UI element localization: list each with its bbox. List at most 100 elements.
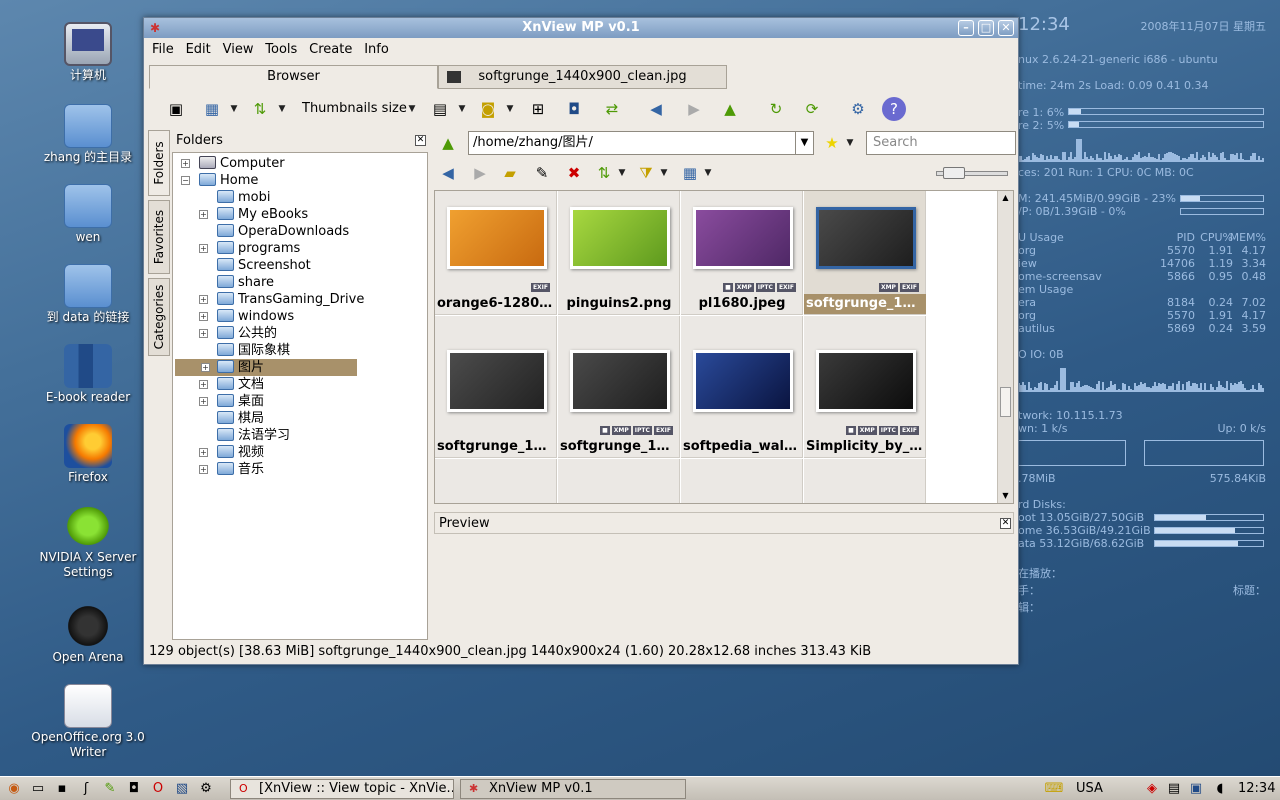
thumbnails-size-button[interactable]: Thumbnails size <box>302 97 407 121</box>
sort-dropdown-icon[interactable]: ▼ <box>616 161 628 185</box>
thumbnail-item[interactable]: EXIF orange6-1280.jpg <box>435 191 557 315</box>
maximize-button[interactable]: □ <box>978 20 994 36</box>
desktop-icon-ebook-reader[interactable]: E-book reader <box>28 344 148 405</box>
expand-icon[interactable]: + <box>199 465 208 474</box>
close-panel-icon[interactable]: ✕ <box>415 135 426 146</box>
fullscreen-icon[interactable]: ▣ <box>164 97 188 121</box>
network-icon[interactable]: ▣ <box>1186 779 1206 799</box>
editor-icon[interactable]: ʃ <box>76 779 96 799</box>
next-icon[interactable]: ▶ <box>468 161 492 185</box>
thumbnail-item[interactable]: ■XMPIPTCEXIF softgrunge_1440x900_xubuntu.… <box>558 316 680 458</box>
back-icon[interactable]: ◀ <box>644 97 668 121</box>
window-titlebar[interactable]: ✱ XnView MP v0.1 – □ ✕ <box>144 18 1018 38</box>
favorite-dropdown-icon[interactable]: ▼ <box>844 131 856 155</box>
tree-node[interactable]: share <box>217 274 274 291</box>
desktop-icon-wen[interactable]: wen <box>28 184 148 245</box>
taskbar-clock[interactable]: 12:34 <box>1238 778 1275 800</box>
thumbnail-image[interactable] <box>693 207 793 269</box>
menu-file[interactable]: File <box>148 38 178 62</box>
help-icon[interactable]: ? <box>882 97 906 121</box>
side-tab-favorites[interactable]: Favorites <box>148 200 170 274</box>
close-button[interactable]: ✕ <box>998 20 1014 36</box>
thumbnail-scrollbar[interactable]: ▲ ▼ <box>997 191 1013 503</box>
expand-icon[interactable]: + <box>199 380 208 389</box>
calendar-icon[interactable]: ▤ <box>428 97 452 121</box>
tree-node[interactable]: 法语学习 <box>217 427 290 444</box>
thumbnail-image[interactable] <box>447 207 547 269</box>
expand-icon[interactable]: + <box>199 448 208 457</box>
rename-icon[interactable]: ✎ <box>530 161 554 185</box>
thumbnail-item[interactable] <box>558 459 680 503</box>
update-icon[interactable]: ◈ <box>1142 779 1162 799</box>
path-input[interactable]: /home/zhang/图片/ ▼ <box>468 131 814 155</box>
bookmark-dropdown-icon[interactable]: ▼ <box>504 97 516 121</box>
thumbnail-item[interactable]: ■ XMP IPTC EXIF pl1680.jpeg <box>681 191 803 315</box>
layout-icon[interactable]: ▦ <box>678 161 702 185</box>
expand-icon[interactable]: + <box>181 159 190 168</box>
view-mode-dropdown-icon[interactable]: ▼ <box>228 97 240 121</box>
filter-dropdown-icon[interactable]: ▼ <box>658 161 670 185</box>
thumbnail-image[interactable] <box>693 350 793 412</box>
camera-icon[interactable]: ◘ <box>562 97 586 121</box>
tree-node[interactable]: Screenshot <box>217 257 311 274</box>
expand-icon[interactable]: + <box>199 210 208 219</box>
tree-node[interactable]: + 视频 <box>199 444 264 461</box>
side-tab-folders[interactable]: Folders <box>148 130 170 196</box>
expand-icon[interactable]: + <box>201 363 210 372</box>
terminal-icon[interactable]: ▪ <box>52 779 72 799</box>
sort-icon[interactable]: ⇅ <box>248 97 272 121</box>
minimize-button[interactable]: – <box>958 20 974 36</box>
thumbnail-item[interactable]: ■XMPIPTCEXIF Simplicity_by_alex.jpg <box>804 316 926 458</box>
thumbnail-item[interactable] <box>435 459 557 503</box>
tree-node[interactable]: + 公共的 <box>199 325 277 342</box>
thumbnail-image[interactable] <box>447 350 547 412</box>
expand-icon[interactable]: + <box>199 312 208 321</box>
expand-icon[interactable]: + <box>199 295 208 304</box>
tree-node[interactable]: − Home <box>181 172 258 189</box>
thumbnail-image[interactable] <box>570 350 670 412</box>
thumbnail-item[interactable]: softpedia_wallpaper.jpg <box>681 316 803 458</box>
tree-node[interactable]: + 音乐 <box>199 461 264 478</box>
thumbnails-size-dropdown-icon[interactable]: ▼ <box>406 97 418 121</box>
slider-handle[interactable] <box>943 167 965 179</box>
parent-folder-icon[interactable]: ▲ <box>436 131 460 155</box>
convert-icon[interactable]: ⇄ <box>600 97 624 121</box>
tree-node[interactable]: + windows <box>199 308 294 325</box>
thumbnail-image[interactable] <box>816 350 916 412</box>
volume-icon[interactable]: ◖ <box>1210 779 1230 799</box>
sort-dropdown-icon[interactable]: ▼ <box>276 97 288 121</box>
desktop-icon-computer[interactable]: 计算机 <box>28 22 148 83</box>
side-tab-categories[interactable]: Categories <box>148 278 170 356</box>
tree-node[interactable]: + 图片 <box>175 359 357 376</box>
desktop-icon-firefox[interactable]: Firefox <box>28 424 148 485</box>
bookmark-icon[interactable]: ◙ <box>476 97 500 121</box>
thumbnail-item[interactable]: pinguins2.png <box>558 191 680 315</box>
desktop-icon-home[interactable]: zhang 的主目录 <box>28 104 148 165</box>
expand-icon[interactable]: + <box>199 329 208 338</box>
reload-icon[interactable]: ⟳ <box>800 97 824 121</box>
task-xnview[interactable]: ✱ XnView MP v0.1 <box>460 779 686 799</box>
desktop-icon-open-arena[interactable]: Open Arena <box>28 604 148 665</box>
sort-icon[interactable]: ⇅ <box>592 161 616 185</box>
scrollbar-thumb[interactable] <box>1000 387 1011 417</box>
close-preview-icon[interactable]: ✕ <box>1000 518 1011 529</box>
task-opera[interactable]: O [XnView :: View topic - XnVie... <box>230 779 454 799</box>
expand-icon[interactable]: + <box>199 397 208 406</box>
forward-icon[interactable]: ▶ <box>682 97 706 121</box>
refresh-icon[interactable]: ↻ <box>764 97 788 121</box>
xnview-icon[interactable]: ✱ <box>148 21 162 35</box>
filter-icon[interactable]: ⧩ <box>634 161 658 185</box>
notes-icon[interactable]: ✎ <box>100 779 120 799</box>
expand-icon[interactable]: + <box>199 244 208 253</box>
tab-browser[interactable]: Browser <box>149 65 438 89</box>
settings-gear-icon[interactable]: ⚙ <box>846 97 870 121</box>
tree-node[interactable]: + programs <box>199 240 300 257</box>
monitor-icon[interactable]: ▧ <box>172 779 192 799</box>
scroll-up-icon[interactable]: ▲ <box>998 191 1013 205</box>
menu-create[interactable]: Create <box>305 38 356 62</box>
tab-image[interactable]: softgrunge_1440x900_clean.jpg <box>438 65 727 89</box>
search-input[interactable]: Search <box>866 131 1016 155</box>
tree-node[interactable]: + 文档 <box>199 376 264 393</box>
opera-icon[interactable]: O <box>148 779 168 799</box>
show-desktop-icon[interactable]: ▭ <box>28 779 48 799</box>
